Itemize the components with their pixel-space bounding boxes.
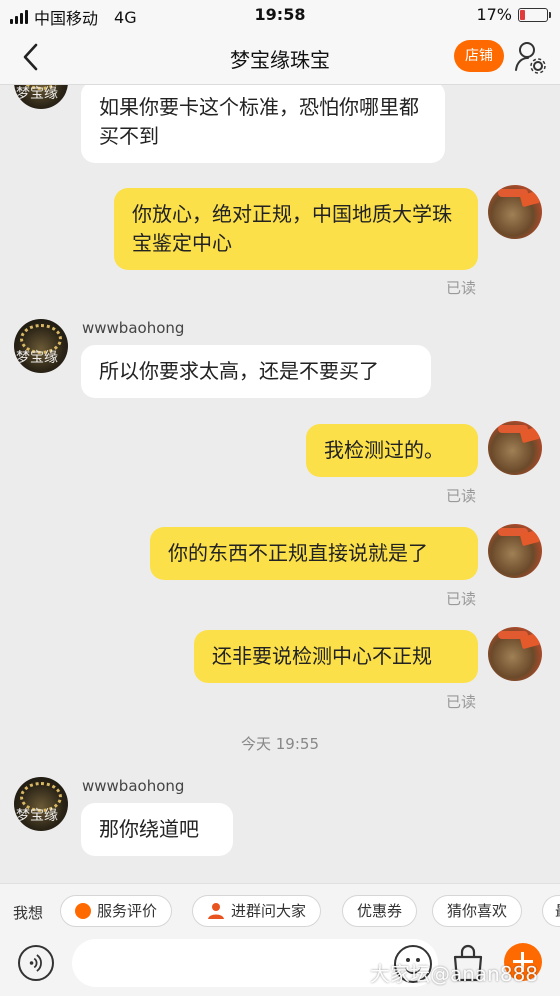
back-arrow-icon[interactable] [18, 42, 46, 72]
status-bar: 中国移动 4G 19:58 17% [0, 0, 560, 30]
review-icon [75, 903, 91, 919]
user-avatar[interactable] [488, 627, 542, 681]
user-settings-icon[interactable] [514, 40, 546, 74]
user-avatar[interactable] [488, 185, 542, 239]
user-avatar[interactable] [488, 524, 542, 578]
read-status: 已读 [446, 693, 477, 711]
shop-avatar[interactable]: 梦宝缘 [14, 777, 68, 831]
battery-percent: 17% [476, 5, 512, 24]
message-bubble-incoming[interactable]: 那你绕道吧 [81, 803, 233, 856]
message-bubble-outgoing[interactable]: 还非要说检测中心不正规 [194, 630, 478, 683]
chat-area[interactable]: 梦宝缘 如果你要卡这个标准，恐怕你哪里都买不到 你放心，绝对正规，中国地质大学珠… [0, 85, 560, 883]
time-separator: 今天 19:55 [241, 735, 319, 753]
quick-action-bar: 我想 服务评价 进群问大家 优惠券 猜你喜欢 最 [0, 883, 560, 940]
read-status: 已读 [446, 279, 477, 297]
quick-bar-label: 我想 [13, 904, 44, 922]
chip-label: 猜你喜欢 [447, 902, 508, 920]
message-bubble-outgoing[interactable]: 我检测过的。 [306, 424, 478, 477]
chip-label: 最 [555, 896, 560, 926]
battery-icon [518, 7, 551, 22]
chip-label: 优惠券 [357, 902, 403, 920]
sender-name: wwwbaohong [82, 777, 185, 795]
user-avatar[interactable] [488, 421, 542, 475]
shop-avatar[interactable]: 梦宝缘 [14, 319, 68, 373]
shop-avatar[interactable]: 梦宝缘 [14, 85, 68, 109]
group-icon [208, 903, 224, 919]
message-bubble-incoming[interactable]: 所以你要求太高，还是不要买了 [81, 345, 431, 398]
chip-label: 服务评价 [97, 902, 158, 920]
join-group-chip[interactable]: 进群问大家 [192, 895, 322, 927]
more-chip[interactable]: 最 [542, 895, 560, 927]
recommend-chip[interactable]: 猜你喜欢 [432, 895, 523, 927]
message-bubble-incoming[interactable]: 如果你要卡这个标准，恐怕你哪里都买不到 [81, 85, 445, 163]
nav-bar: 梦宝缘珠宝 店铺 [0, 30, 560, 85]
status-right: 17% [476, 5, 551, 24]
shop-button[interactable]: 店铺 [454, 40, 504, 72]
service-review-chip[interactable]: 服务评价 [60, 895, 173, 927]
voice-icon[interactable] [18, 945, 54, 981]
site-watermark: 大家坛@anan888 [370, 962, 539, 986]
message-bubble-outgoing[interactable]: 你的东西不正规直接说就是了 [150, 527, 478, 580]
message-bubble-outgoing[interactable]: 你放心，绝对正规，中国地质大学珠宝鉴定中心 [114, 188, 478, 270]
read-status: 已读 [446, 590, 477, 608]
read-status: 已读 [446, 487, 477, 505]
chip-label: 进群问大家 [231, 902, 307, 920]
sender-name: wwwbaohong [82, 319, 185, 337]
coupon-chip[interactable]: 优惠券 [342, 895, 418, 927]
